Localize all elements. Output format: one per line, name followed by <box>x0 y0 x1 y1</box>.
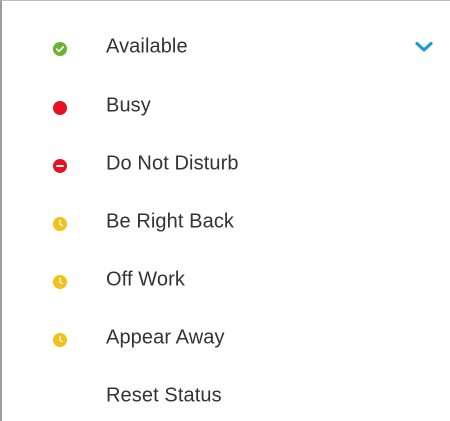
reset-status-button[interactable]: Reset Status <box>2 374 442 418</box>
status-label: Available <box>106 35 188 58</box>
status-option-appear-away[interactable]: Appear Away <box>2 316 442 360</box>
status-menu: Available Busy Do Not Disturb Be Right B… <box>0 0 450 421</box>
status-option-busy[interactable]: Busy <box>2 84 442 128</box>
clock-icon <box>53 217 67 231</box>
chevron-down-icon[interactable] <box>415 41 433 53</box>
status-option-off-work[interactable]: Off Work <box>2 258 442 302</box>
status-option-do-not-disturb[interactable]: Do Not Disturb <box>2 142 442 186</box>
status-label: Busy <box>106 94 151 117</box>
status-label: Be Right Back <box>106 210 235 233</box>
status-label: Reset Status <box>106 384 222 407</box>
status-label: Appear Away <box>106 326 225 349</box>
status-label: Off Work <box>106 268 185 291</box>
available-check-icon <box>53 42 67 56</box>
clock-icon <box>53 333 67 347</box>
status-option-available[interactable]: Available <box>2 25 442 69</box>
status-option-be-right-back[interactable]: Be Right Back <box>2 200 442 244</box>
status-label: Do Not Disturb <box>106 152 239 175</box>
clock-icon <box>53 275 67 289</box>
busy-dot-icon <box>53 101 67 115</box>
do-not-disturb-icon <box>53 159 67 173</box>
